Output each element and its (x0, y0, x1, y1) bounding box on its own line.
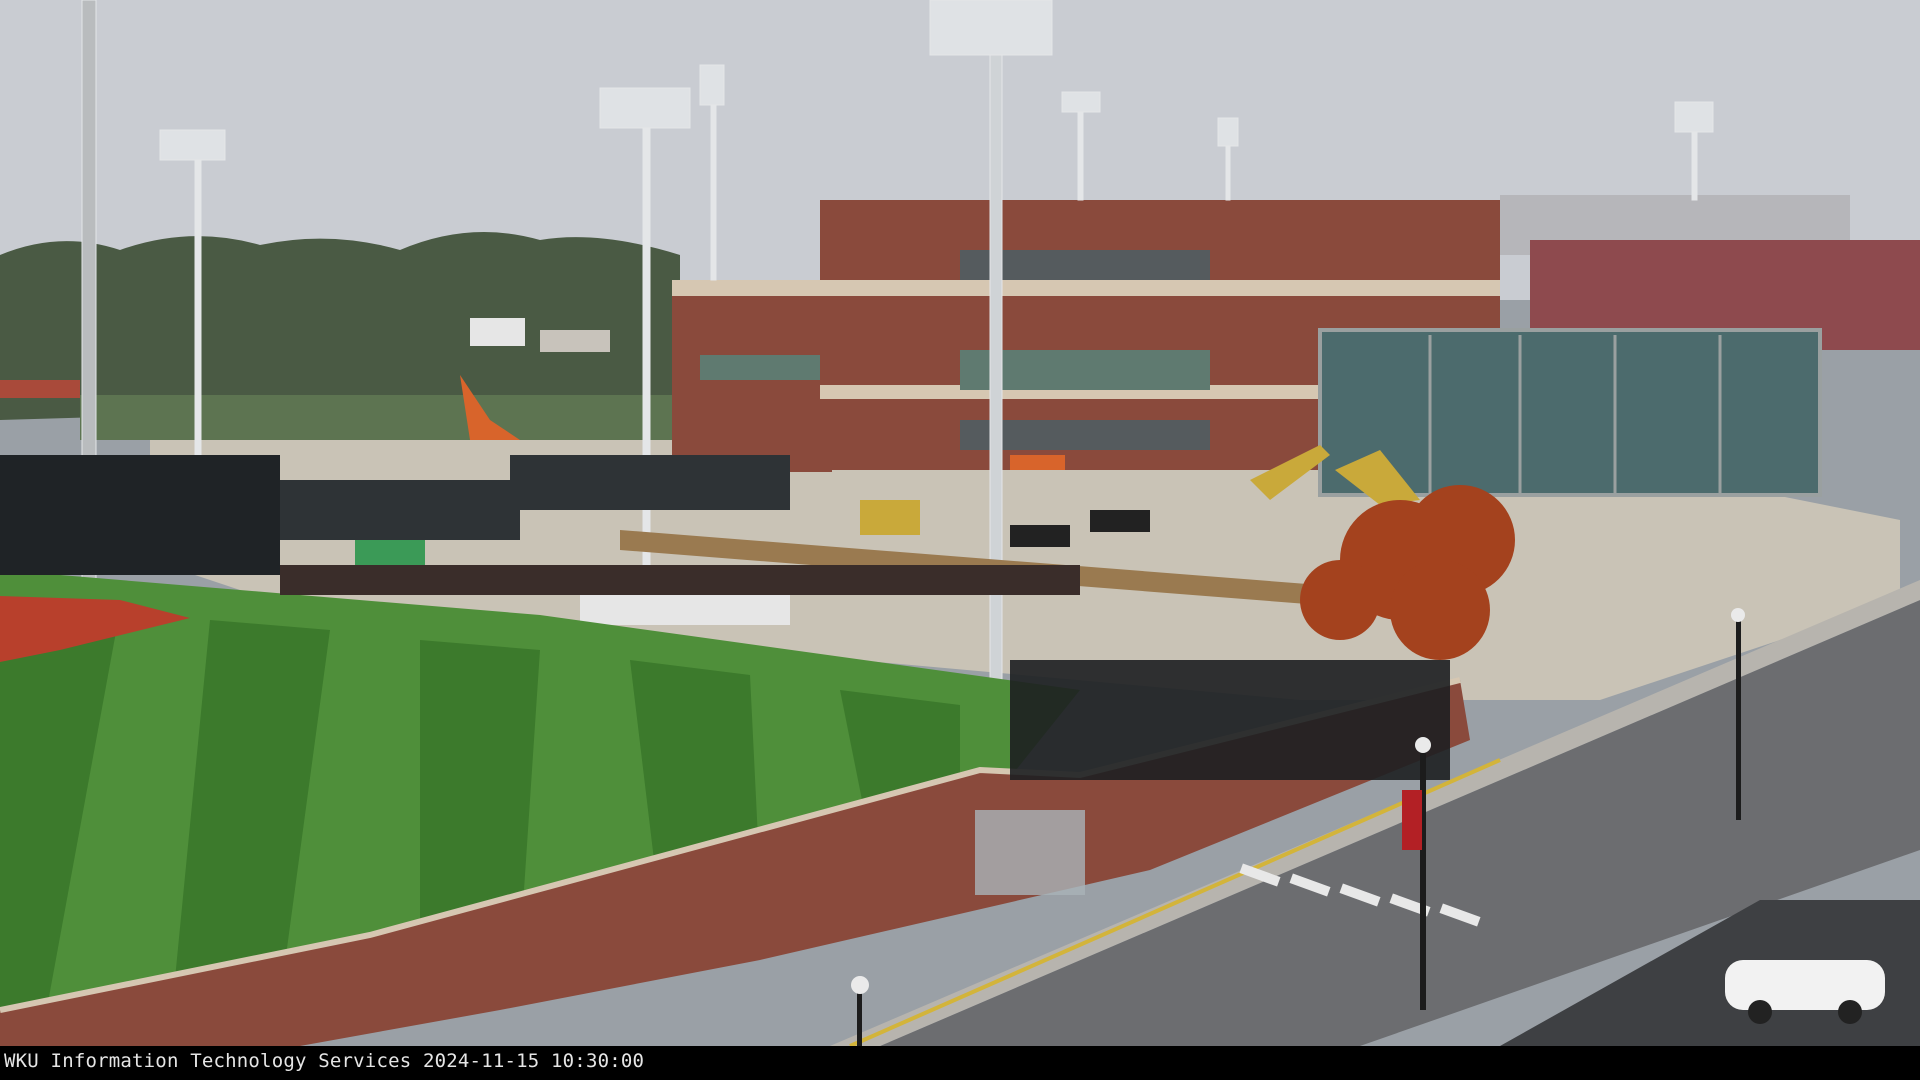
distant-track (0, 380, 80, 398)
webcam-scene (0, 0, 1920, 1048)
batting-cage (1010, 660, 1450, 780)
street-banner (1402, 790, 1422, 850)
bus-shelter (975, 810, 1085, 895)
dugout (0, 455, 280, 575)
timestamp-caption: WKU Information Technology Services 2024… (4, 1050, 645, 1072)
outfield-wall (280, 565, 1080, 595)
distant-house (470, 318, 525, 346)
tree-line (0, 232, 680, 420)
football-stadium (672, 195, 1920, 497)
distant-house (540, 330, 610, 352)
background-grass (80, 395, 680, 440)
